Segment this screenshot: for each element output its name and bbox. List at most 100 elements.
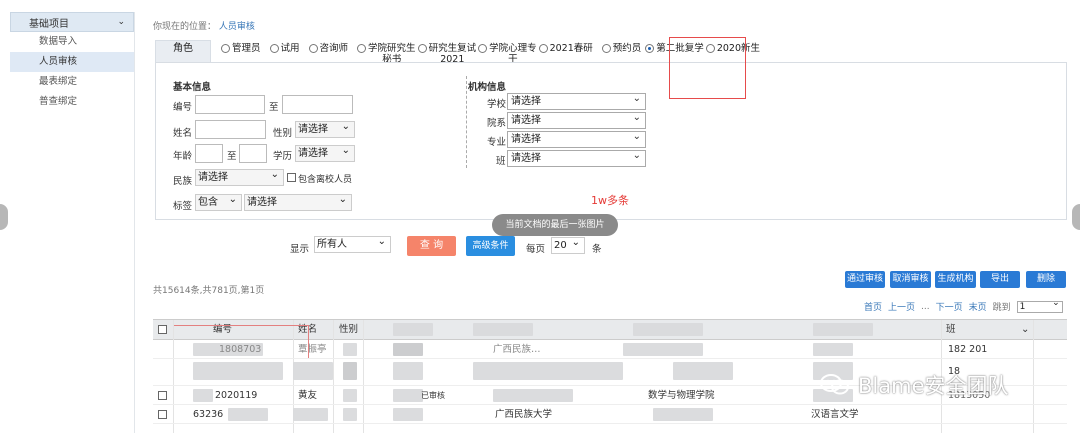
per-page-label: 每页: [526, 244, 546, 255]
table-row[interactable]: 63236 广西民族大学 汉语言文学: [153, 405, 1067, 424]
tag-mode-select[interactable]: 包含: [195, 192, 242, 211]
generate-org-button[interactable]: 生成机构: [935, 271, 976, 288]
col-header-gender[interactable]: 性别: [339, 320, 358, 340]
age-to-input[interactable]: [239, 144, 267, 163]
role-option-trial[interactable]: 试用: [269, 40, 300, 64]
sidebar-item-personnel-review[interactable]: 人员审核: [10, 52, 134, 72]
search-button[interactable]: 查 询: [407, 236, 456, 256]
result-stats: 共15614条,共781页,第1页: [153, 286, 265, 296]
cell-major: 汉语言文学: [811, 409, 859, 420]
radio-icon[interactable]: [417, 44, 427, 53]
radio-icon[interactable]: [601, 44, 611, 53]
role-option-grad-secretary[interactable]: 学院研究生 秘书: [357, 40, 416, 65]
role-option-counselor[interactable]: 咨询师: [308, 40, 348, 64]
redacted-cell: [393, 389, 423, 402]
sidebar-section-title: 基础项目: [29, 18, 69, 30]
redacted-cell: [228, 408, 268, 421]
school-select[interactable]: 请选择: [507, 91, 646, 110]
tag-label: 标签: [173, 201, 193, 212]
age-from-input[interactable]: [195, 144, 223, 163]
row-checkbox[interactable]: [158, 410, 167, 419]
sidebar: 基础项目 ⌄ 数据导入 人员审核 最表绑定 普查绑定: [10, 12, 135, 433]
filter-form: 基本信息 编号 至 姓名 性别 请选择 年龄 至 学历 请选择 民族 请选择 包…: [155, 62, 1067, 236]
redacted-cell: [393, 343, 423, 356]
redacted-header: [813, 323, 873, 336]
export-button[interactable]: 导出: [980, 271, 1020, 288]
advanced-filter-button[interactable]: 高级条件: [466, 236, 515, 256]
sidebar-item-census-binding[interactable]: 普查绑定: [10, 92, 134, 112]
radio-icon[interactable]: [221, 44, 230, 53]
gender-select[interactable]: 请选择: [295, 119, 355, 138]
last-page-link[interactable]: 末页: [969, 300, 987, 313]
prev-image-arrow[interactable]: [0, 204, 8, 230]
class-label: 班: [496, 156, 506, 167]
role-option-admin[interactable]: 管理员: [221, 40, 261, 64]
age-label: 年龄: [173, 151, 193, 162]
ethnic-select[interactable]: 请选择: [195, 167, 284, 186]
role-option-psych-staff[interactable]: 学院心理专 干: [478, 40, 537, 65]
approve-button[interactable]: 通过审核: [845, 271, 885, 288]
redacted-cell: [343, 362, 357, 380]
role-option-spring-2021[interactable]: 2021春研: [538, 40, 593, 64]
jump-page-select[interactable]: 1: [1016, 298, 1063, 313]
chevron-down-icon[interactable]: ⌄: [1021, 320, 1029, 340]
redacted-cell: [193, 389, 213, 402]
cancel-approve-button[interactable]: 取消审核: [890, 271, 931, 288]
include-left-checkbox[interactable]: [287, 173, 296, 182]
class-select[interactable]: 请选择: [507, 148, 646, 167]
wechat-icon: [820, 373, 850, 397]
major-select[interactable]: 请选择: [507, 129, 646, 148]
redacted-header: [393, 323, 433, 336]
school-label: 学校: [487, 99, 507, 110]
id-from-input[interactable]: [195, 95, 265, 114]
first-page-link[interactable]: 首页: [864, 300, 882, 313]
radio-icon[interactable]: [478, 44, 488, 53]
redacted-cell: [193, 362, 283, 380]
radio-icon[interactable]: [357, 44, 367, 53]
select-all-checkbox[interactable]: [158, 325, 167, 334]
redacted-cell: [293, 408, 328, 421]
row-checkbox[interactable]: [158, 391, 167, 400]
education-select[interactable]: 请选择: [295, 143, 355, 162]
redacted-cell: [343, 343, 357, 356]
query-row: 显示 所有人 查 询 高级条件 每页 20 条: [290, 234, 620, 256]
highlight-box: [174, 325, 309, 358]
next-image-arrow[interactable]: [1072, 204, 1080, 230]
radio-selected-icon[interactable]: [645, 44, 655, 53]
main-content: 你现在的位置： 人员审核 角色 管理员 试用 咨询师 学院研究生 秘书 研究生复…: [142, 0, 1072, 433]
id-to-label: 至: [269, 102, 279, 113]
per-page-select[interactable]: 20: [551, 235, 585, 254]
gender-label: 性别: [273, 128, 293, 139]
role-option-grad-retest[interactable]: 研究生复试 2021: [417, 40, 476, 65]
id-to-input[interactable]: [282, 95, 353, 114]
radio-icon[interactable]: [308, 44, 318, 53]
sidebar-item-data-import[interactable]: 数据导入: [10, 32, 134, 52]
redacted-cell: [623, 343, 703, 356]
watermark: Blame安全团队: [820, 370, 1009, 400]
cell-major: 数学与物理学院: [648, 390, 715, 401]
breadcrumb-current[interactable]: 人员审核: [219, 22, 255, 32]
prev-page-link[interactable]: 上一页: [888, 300, 915, 313]
watermark-text: Blame安全团队: [858, 374, 1009, 398]
tag-select[interactable]: 请选择: [244, 192, 352, 211]
education-label: 学历: [273, 151, 293, 162]
radio-icon[interactable]: [269, 44, 279, 53]
col-header-class[interactable]: 班: [946, 320, 956, 340]
cell-id: 63236: [193, 409, 224, 420]
department-select[interactable]: 请选择: [507, 110, 646, 129]
chevron-down-icon: ⌄: [117, 17, 125, 27]
display-select[interactable]: 所有人: [314, 234, 391, 253]
next-page-link[interactable]: 下一页: [936, 300, 963, 313]
include-left-label: 包含离校人员: [298, 175, 353, 185]
role-option-booker[interactable]: 预约员: [601, 40, 641, 64]
annotation-note: 1w多条: [591, 194, 629, 207]
sidebar-item-table-binding[interactable]: 最表绑定: [10, 72, 134, 92]
cell-school: 广西民族大学: [495, 409, 553, 420]
delete-button[interactable]: 删除: [1026, 271, 1066, 288]
redacted-cell: [473, 362, 623, 380]
department-label: 院系: [487, 118, 507, 129]
radio-icon[interactable]: [538, 44, 548, 53]
major-label: 专业: [487, 137, 507, 148]
sidebar-section-header[interactable]: 基础项目 ⌄: [10, 12, 134, 32]
name-input[interactable]: [195, 120, 266, 139]
